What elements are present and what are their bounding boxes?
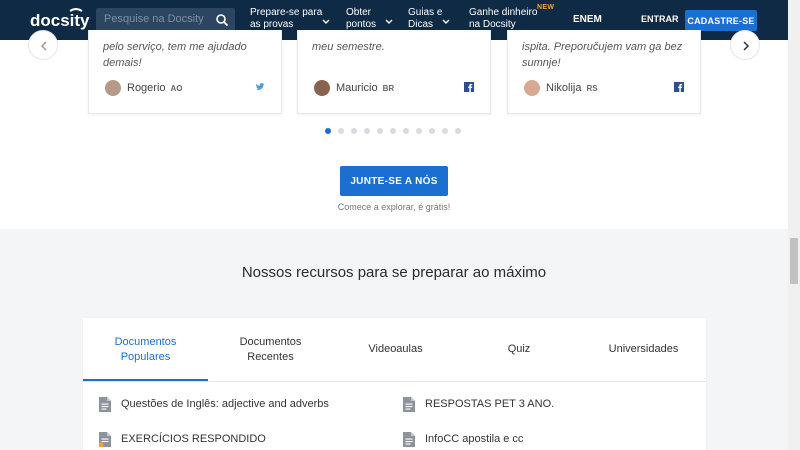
document-item[interactable]: EXERCÍCIOS RESPONDIDO — [99, 431, 266, 447]
docsity-logo[interactable]: docsity — [30, 8, 92, 32]
document-title: RESPOSTAS PET 3 ANO. — [425, 398, 555, 410]
avatar — [524, 80, 540, 96]
document-icon — [99, 396, 111, 412]
entrar-link[interactable]: ENTRAR — [641, 14, 679, 24]
testimonial-quote: meu semestre. — [312, 41, 385, 53]
carousel-dot[interactable] — [442, 128, 448, 134]
chevron-down-icon[interactable] — [385, 19, 393, 25]
document-icon — [403, 431, 415, 447]
carousel-dot[interactable] — [429, 128, 435, 134]
search-box[interactable]: Pesquise na Docsity — [96, 8, 235, 32]
tab-documentos-populares[interactable]: Documentos Populares — [83, 318, 208, 381]
new-badge: NEW — [537, 4, 555, 11]
testimonial-author: Nikolija RS — [524, 79, 598, 97]
testimonial-quote: ispita. Preporučujem vam ga bez sumnje! — [522, 41, 683, 69]
avatar — [105, 80, 121, 96]
chevron-down-icon[interactable] — [322, 19, 330, 25]
carousel-dot[interactable] — [455, 128, 461, 134]
nav-ganhe-dinheiro[interactable]: Ganhe dinheiro na Docsity — [469, 7, 537, 31]
document-item[interactable]: Questões de Inglês: adjective and adverb… — [99, 396, 329, 412]
author-country: RS — [586, 83, 598, 93]
active-tab-indicator — [83, 379, 208, 381]
page-scrollbar[interactable] — [788, 0, 800, 450]
nav-enem[interactable]: ENEM — [573, 14, 602, 25]
author-name: Nikolija — [546, 82, 582, 94]
resources-panel: Documentos Populares Documentos Recentes V… — [83, 318, 706, 450]
author-country: AO — [170, 83, 183, 93]
carousel-dot[interactable] — [325, 128, 331, 134]
document-title: InfoCC apostila e cc — [425, 433, 524, 445]
testimonial-author: Rogerio AO — [105, 79, 183, 97]
section-title: Nossos recursos para se preparar ao máxi… — [241, 264, 547, 281]
testimonial-card: pelo serviço, tem me ajudado demais! Rog… — [88, 30, 282, 114]
testimonial-quote: pelo serviço, tem me ajudado demais! — [103, 41, 247, 69]
author-name: Rogerio — [127, 82, 166, 94]
document-item[interactable]: RESPOSTAS PET 3 ANO. — [403, 396, 554, 412]
carousel-next-button[interactable] — [730, 30, 760, 60]
carousel-dot[interactable] — [403, 128, 409, 134]
tab-videoaulas[interactable]: Videoaulas — [333, 318, 458, 381]
svg-text:docsity: docsity — [30, 11, 90, 30]
carousel-dot[interactable] — [364, 128, 370, 134]
author-country: BR — [382, 83, 395, 93]
document-icon — [99, 431, 111, 447]
nav-guias-dicas[interactable]: Guias e Dicas — [408, 7, 442, 31]
tab-universidades[interactable]: Universidades — [581, 318, 706, 381]
carousel-dot[interactable] — [351, 128, 357, 134]
twitter-icon[interactable] — [255, 82, 265, 92]
resources-section: Nossos recursos para se preparar ao máxi… — [0, 229, 788, 450]
testimonial-card: meu semestre. Mauricio BR — [297, 30, 491, 114]
document-icon — [403, 396, 415, 412]
search-icon[interactable] — [215, 13, 229, 27]
carousel-dot[interactable] — [390, 128, 396, 134]
tab-divider — [83, 381, 706, 382]
carousel-dot[interactable] — [377, 128, 383, 134]
chevron-left-icon — [40, 41, 47, 51]
carousel-dot[interactable] — [338, 128, 344, 134]
document-title: EXERCÍCIOS RESPONDIDO — [121, 433, 266, 445]
avatar — [314, 80, 330, 96]
scrollbar-thumb[interactable] — [790, 238, 798, 284]
facebook-icon[interactable] — [464, 82, 474, 92]
nav-obter-pontos[interactable]: Obter pontos — [346, 7, 376, 31]
document-item[interactable]: InfoCC apostila e cc — [403, 431, 523, 447]
carousel-prev-button[interactable] — [28, 30, 58, 60]
chevron-down-icon[interactable] — [442, 19, 450, 25]
tab-quiz[interactable]: Quiz — [457, 318, 581, 381]
testimonial-card: ispita. Preporučujem vam ga bez sumnje! … — [507, 30, 701, 114]
facebook-icon[interactable] — [674, 82, 684, 92]
join-subtitle: Comece a explorar, é grátis! — [337, 202, 451, 212]
join-button[interactable]: JUNTE-SE A NÓS — [340, 166, 448, 196]
document-title: Questões de Inglês: adjective and adverb… — [121, 398, 329, 410]
author-name: Mauricio — [336, 82, 378, 94]
tab-documentos-recentes[interactable]: Documentos Recentes — [208, 318, 333, 381]
cadastre-se-button[interactable]: CADASTRE-SE — [685, 10, 757, 31]
testimonial-author: Mauricio BR — [314, 79, 394, 97]
carousel-dot[interactable] — [416, 128, 422, 134]
nav-prepare-se[interactable]: Prepare-se para as provas — [250, 7, 322, 31]
chevron-right-icon — [743, 41, 750, 51]
search-placeholder[interactable]: Pesquise na Docsity — [104, 13, 204, 25]
